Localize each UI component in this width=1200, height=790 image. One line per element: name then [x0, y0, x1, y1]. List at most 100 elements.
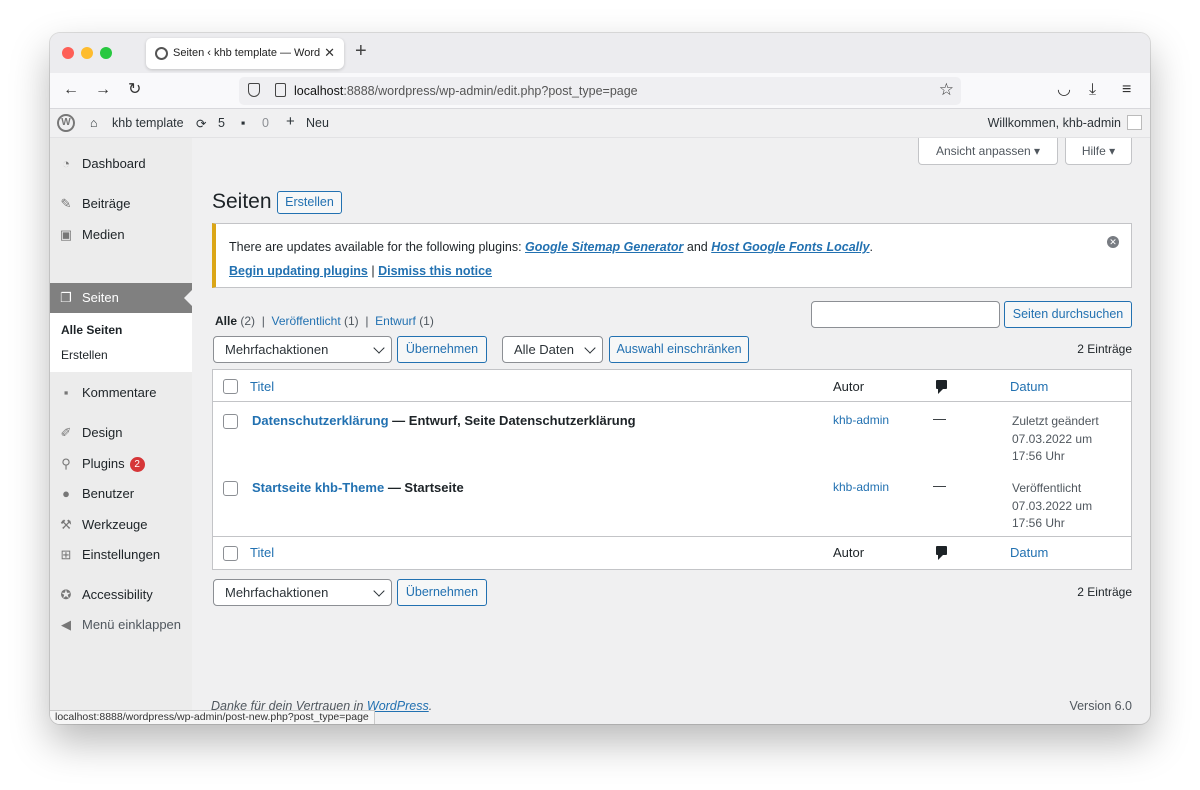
url-text[interactable]: localhost:8888/wordpress/wp-admin/edit.p… — [294, 84, 638, 98]
sidebar-item-design[interactable]: ✐ Design — [50, 418, 192, 448]
select-all-checkbox[interactable] — [223, 379, 238, 394]
pages-icon: ❐ — [60, 290, 72, 305]
download-icon[interactable]: ⤓ — [1089, 81, 1096, 99]
page-info-icon[interactable] — [275, 83, 286, 97]
new-tab-button[interactable]: + — [355, 41, 367, 61]
submenu-all-pages[interactable]: Alle Seiten — [61, 323, 122, 337]
column-author-header: Autor — [833, 379, 865, 394]
comments-count[interactable]: 0 — [262, 116, 269, 130]
row-author-link[interactable]: khb-admin — [833, 413, 889, 427]
filter-separator: | — [261, 314, 265, 328]
select-all-checkbox[interactable] — [223, 546, 238, 561]
sidebar-item-label: Menü einklappen — [82, 617, 182, 632]
home-icon: ⌂ — [90, 116, 98, 130]
plugin-link-fonts[interactable]: Host Google Fonts Locally — [711, 240, 869, 254]
plugin-icon: ⚲ — [61, 456, 71, 471]
comments-column-icon[interactable] — [936, 546, 947, 560]
begin-updating-link[interactable]: Begin updating plugins — [229, 264, 368, 278]
footer-period: . — [428, 699, 433, 713]
plus-icon[interactable]: + — [286, 113, 295, 130]
filter-draft-count: (1) — [419, 314, 434, 328]
close-window-button[interactable] — [62, 47, 74, 59]
forward-arrow-icon[interactable]: → — [95, 81, 111, 99]
reload-icon[interactable]: ↻ — [128, 81, 141, 99]
plugin-update-notice: There are updates available for the foll… — [212, 223, 1132, 288]
sidebar-item-accessibility[interactable]: ✪ Accessibility — [50, 580, 192, 610]
admin-bar-greeting[interactable]: Willkommen, khb-admin — [988, 116, 1121, 130]
notice-actions: Begin updating plugins | Dismiss this no… — [229, 264, 492, 278]
minimize-window-button[interactable] — [81, 47, 93, 59]
row-title: Datenschutzerklärung — Entwurf, Seite Da… — [252, 413, 636, 428]
sidebar-item-dashboard[interactable]: ◔ Dashboard — [50, 149, 192, 179]
shield-icon[interactable] — [248, 83, 260, 97]
admin-bar-site-name[interactable]: khb template — [112, 116, 184, 130]
sidebar-item-benutzer[interactable]: ● Benutzer — [50, 479, 192, 509]
navigation-bar: ← → ↻ localhost:8888/wordpress/wp-admin/… — [50, 73, 1150, 109]
column-date-footer[interactable]: Datum — [1010, 545, 1048, 560]
column-title-header[interactable]: Titel — [250, 379, 274, 394]
row-checkbox[interactable] — [223, 481, 238, 496]
row-date: Veröffentlicht 07.03.2022 um 17:56 Uhr — [1012, 480, 1092, 533]
browser-tab[interactable]: Seiten ‹ khb template — WordPress ✕ — [146, 38, 344, 69]
submenu-create[interactable]: Erstellen — [61, 348, 108, 362]
date-filter-value: Alle Daten — [514, 342, 574, 357]
dismiss-notice-link[interactable]: Dismiss this notice — [378, 264, 492, 278]
sidebar-item-kommentare[interactable]: ▪ Kommentare — [50, 378, 192, 408]
menu-icon[interactable]: ≡ — [1122, 81, 1131, 99]
page-title-link[interactable]: Datenschutzerklärung — [252, 413, 389, 428]
column-date-header[interactable]: Datum — [1010, 379, 1048, 394]
chevron-down-icon — [373, 585, 385, 597]
sidebar-collapse-menu[interactable]: ◀ Menü einklappen — [50, 610, 192, 640]
row-author-link[interactable]: khb-admin — [833, 480, 889, 494]
sidebar-item-plugins[interactable]: ⚲ Plugins 2 — [50, 449, 192, 479]
pocket-icon[interactable]: ◡ — [1057, 81, 1071, 99]
filter-published[interactable]: Veröffentlicht — [272, 314, 341, 328]
sidebar-item-beitraege[interactable]: ✎ Beiträge — [50, 189, 192, 219]
wordpress-link[interactable]: WordPress — [367, 699, 429, 713]
brush-icon: ✐ — [60, 425, 72, 440]
search-input[interactable] — [811, 301, 1000, 328]
zoom-window-button[interactable] — [100, 47, 112, 59]
tab-bar: Seiten ‹ khb template — WordPress ✕ + — [50, 33, 1150, 73]
wordpress-logo-icon[interactable]: W — [57, 114, 75, 132]
sidebar-item-werkzeuge[interactable]: ⚒ Werkzeuge — [50, 510, 192, 540]
sidebar-item-seiten[interactable]: ❐ Seiten — [50, 283, 192, 313]
avatar[interactable] — [1127, 115, 1142, 130]
sidebar-item-medien[interactable]: ▣ Medien — [50, 220, 192, 250]
sidebar-item-label: Design — [82, 425, 123, 440]
user-icon: ● — [62, 486, 70, 501]
wrench-icon: ⚒ — [60, 517, 72, 532]
filter-draft[interactable]: Entwurf — [375, 314, 416, 328]
admin-bar-new[interactable]: Neu — [306, 116, 329, 130]
search-pages-button[interactable]: Seiten durchsuchen — [1004, 301, 1132, 328]
row-comments: — — [933, 478, 946, 493]
column-title-footer[interactable]: Titel — [250, 545, 274, 560]
help-button[interactable]: Hilfe ▾ — [1065, 138, 1132, 165]
url-bar[interactable]: localhost:8888/wordpress/wp-admin/edit.p… — [239, 77, 961, 105]
tab-close-icon[interactable]: ✕ — [324, 45, 335, 61]
bookmark-star-icon[interactable]: ☆ — [939, 80, 954, 100]
filter-button[interactable]: Auswahl einschränken — [609, 336, 749, 363]
sidebar-item-label: Beiträge — [82, 196, 131, 211]
create-page-button[interactable]: Erstellen — [277, 191, 342, 214]
row-checkbox[interactable] — [223, 414, 238, 429]
comments-column-icon[interactable] — [936, 380, 947, 394]
updates-icon[interactable]: ⟳ — [196, 116, 206, 131]
updates-count[interactable]: 5 — [218, 116, 225, 130]
plugin-link-sitemap[interactable]: Google Sitemap Generator — [525, 240, 683, 254]
apply-bulk-button[interactable]: Übernehmen — [397, 336, 487, 363]
date-filter-select[interactable]: Alle Daten — [502, 336, 603, 363]
apply-bulk-button-bottom[interactable]: Übernehmen — [397, 579, 487, 606]
filter-all[interactable]: Alle — [215, 314, 237, 328]
sidebar-item-einstellungen[interactable]: ⊞ Einstellungen — [50, 540, 192, 570]
chevron-down-icon — [584, 342, 596, 354]
dismiss-notice-icon[interactable]: ✕ — [1107, 236, 1119, 248]
screen-options-button[interactable]: Ansicht anpassen ▾ — [918, 138, 1058, 165]
settings-icon: ⊞ — [60, 547, 72, 562]
bulk-actions-select-bottom[interactable]: Mehrfachaktionen — [213, 579, 392, 606]
bulk-actions-select[interactable]: Mehrfachaktionen — [213, 336, 392, 363]
back-arrow-icon[interactable]: ← — [63, 81, 79, 99]
comments-icon[interactable]: ▪ — [241, 116, 245, 130]
notice-text: There are updates available for the foll… — [229, 240, 526, 254]
page-title-link[interactable]: Startseite khb-Theme — [252, 480, 384, 495]
